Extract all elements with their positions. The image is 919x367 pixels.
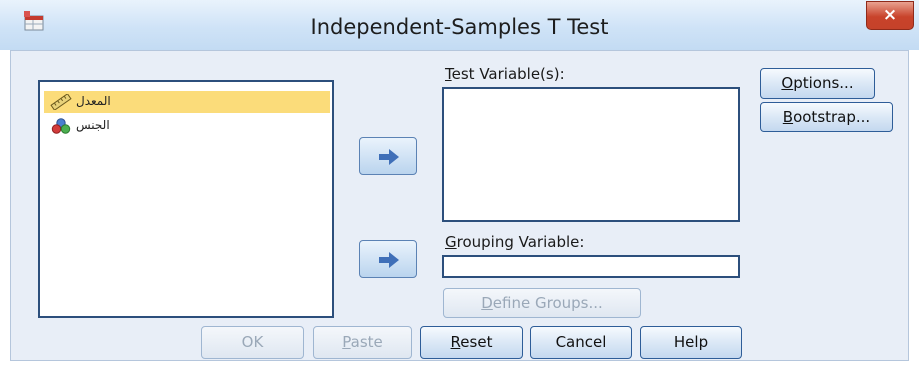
move-to-grouping-variable-button[interactable] xyxy=(359,240,417,278)
grouping-variable-field[interactable] xyxy=(442,255,740,278)
arrow-right-icon xyxy=(379,252,399,268)
nominal-circles-icon xyxy=(51,118,71,134)
scale-ruler-icon xyxy=(50,94,72,110)
define-groups-button[interactable]: Define Groups... xyxy=(443,288,641,318)
test-variables-list[interactable] xyxy=(442,87,740,222)
list-item[interactable]: المعدل xyxy=(44,91,330,113)
reset-button[interactable]: Reset xyxy=(420,326,523,359)
test-variables-label: Test Variable(s): xyxy=(445,65,565,83)
paste-button[interactable]: Paste xyxy=(313,326,412,359)
move-to-test-variables-button[interactable] xyxy=(359,137,417,175)
source-variable-list[interactable]: المعدل الجنس xyxy=(38,80,334,318)
options-button[interactable]: Options... xyxy=(760,68,875,99)
help-button[interactable]: Help xyxy=(640,326,742,359)
bootstrap-button[interactable]: Bootstrap... xyxy=(760,102,893,132)
close-button[interactable]: × xyxy=(866,1,914,30)
close-icon: × xyxy=(882,5,898,25)
variable-label: الجنس xyxy=(76,118,110,132)
grouping-variable-label: Grouping Variable: xyxy=(445,233,585,251)
cancel-button[interactable]: Cancel xyxy=(530,326,632,359)
variable-label: المعدل xyxy=(76,94,111,108)
dialog-title: Independent-Samples T Test xyxy=(310,15,609,39)
arrow-right-icon xyxy=(379,149,399,165)
ok-button[interactable]: OK xyxy=(201,326,304,359)
list-item[interactable]: الجنس xyxy=(44,115,330,137)
title-bar[interactable]: Independent-Samples T Test × xyxy=(0,0,919,50)
